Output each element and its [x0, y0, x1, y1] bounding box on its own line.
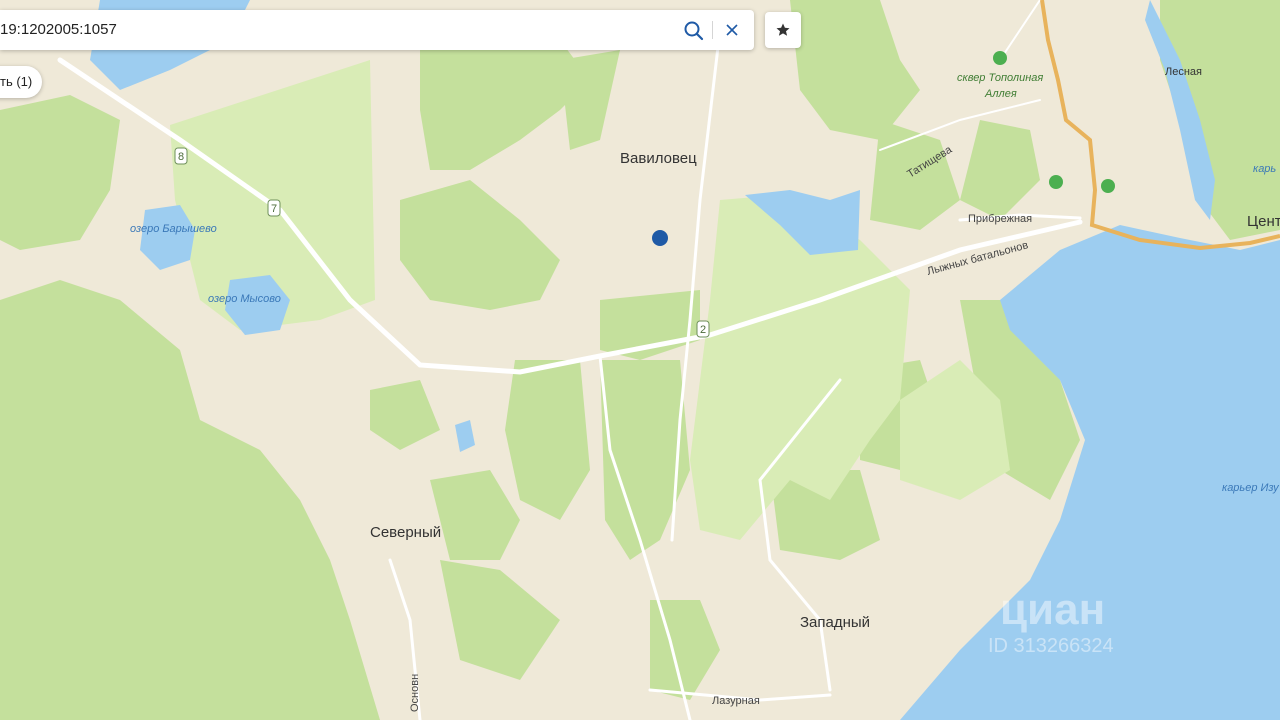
search-input[interactable]: 19:1202005:1057	[0, 21, 117, 38]
map-canvas[interactable]: 8 7 2 Вавиловец Северный Западный озеро …	[0, 0, 1280, 720]
svg-text:2: 2	[700, 324, 706, 336]
watermark-brand: циан	[1000, 585, 1105, 634]
star-icon	[776, 23, 790, 36]
place-label-tsent: Цент	[1247, 213, 1280, 230]
quarry-label-right: карьер Изу	[1222, 482, 1280, 494]
water-label-mysovo: озеро Мысово	[208, 293, 281, 305]
park-label-line1: сквер Тополиная	[957, 72, 1043, 84]
quarry-label-top: карь	[1253, 163, 1276, 175]
filter-chip-label: ть (1)	[0, 74, 33, 89]
place-label-vavilovets: Вавиловец	[620, 150, 697, 167]
place-label-severny: Северный	[370, 524, 441, 541]
place-label-zapadny: Западный	[800, 614, 870, 631]
watermark-id: ID 313266324	[988, 635, 1114, 657]
filter-chip[interactable]: ть (1)	[0, 66, 42, 98]
route-shield-2: 2	[696, 320, 710, 338]
favorite-button[interactable]	[765, 12, 801, 48]
water-label-baryshevo: озеро Барышево	[130, 223, 217, 235]
svg-text:8: 8	[178, 151, 184, 163]
svg-text:7: 7	[271, 203, 277, 215]
route-shield-8: 8	[174, 147, 188, 165]
close-icon[interactable]	[722, 20, 742, 40]
place-label-lesnaya: Лесная	[1165, 66, 1202, 78]
street-label-osnovnaya: Основн	[409, 674, 421, 712]
selected-plot-marker[interactable]	[652, 230, 668, 246]
route-shield-7: 7	[267, 199, 281, 217]
search-divider	[712, 21, 713, 39]
street-label-pribrezhnaya: Прибрежная	[968, 213, 1032, 225]
search-bar[interactable]: 19:1202005:1057	[0, 10, 754, 50]
search-icon[interactable]	[683, 20, 705, 42]
street-label-lazurnaya: Лазурная	[712, 695, 760, 707]
park-label-line2: Аллея	[984, 88, 1017, 100]
